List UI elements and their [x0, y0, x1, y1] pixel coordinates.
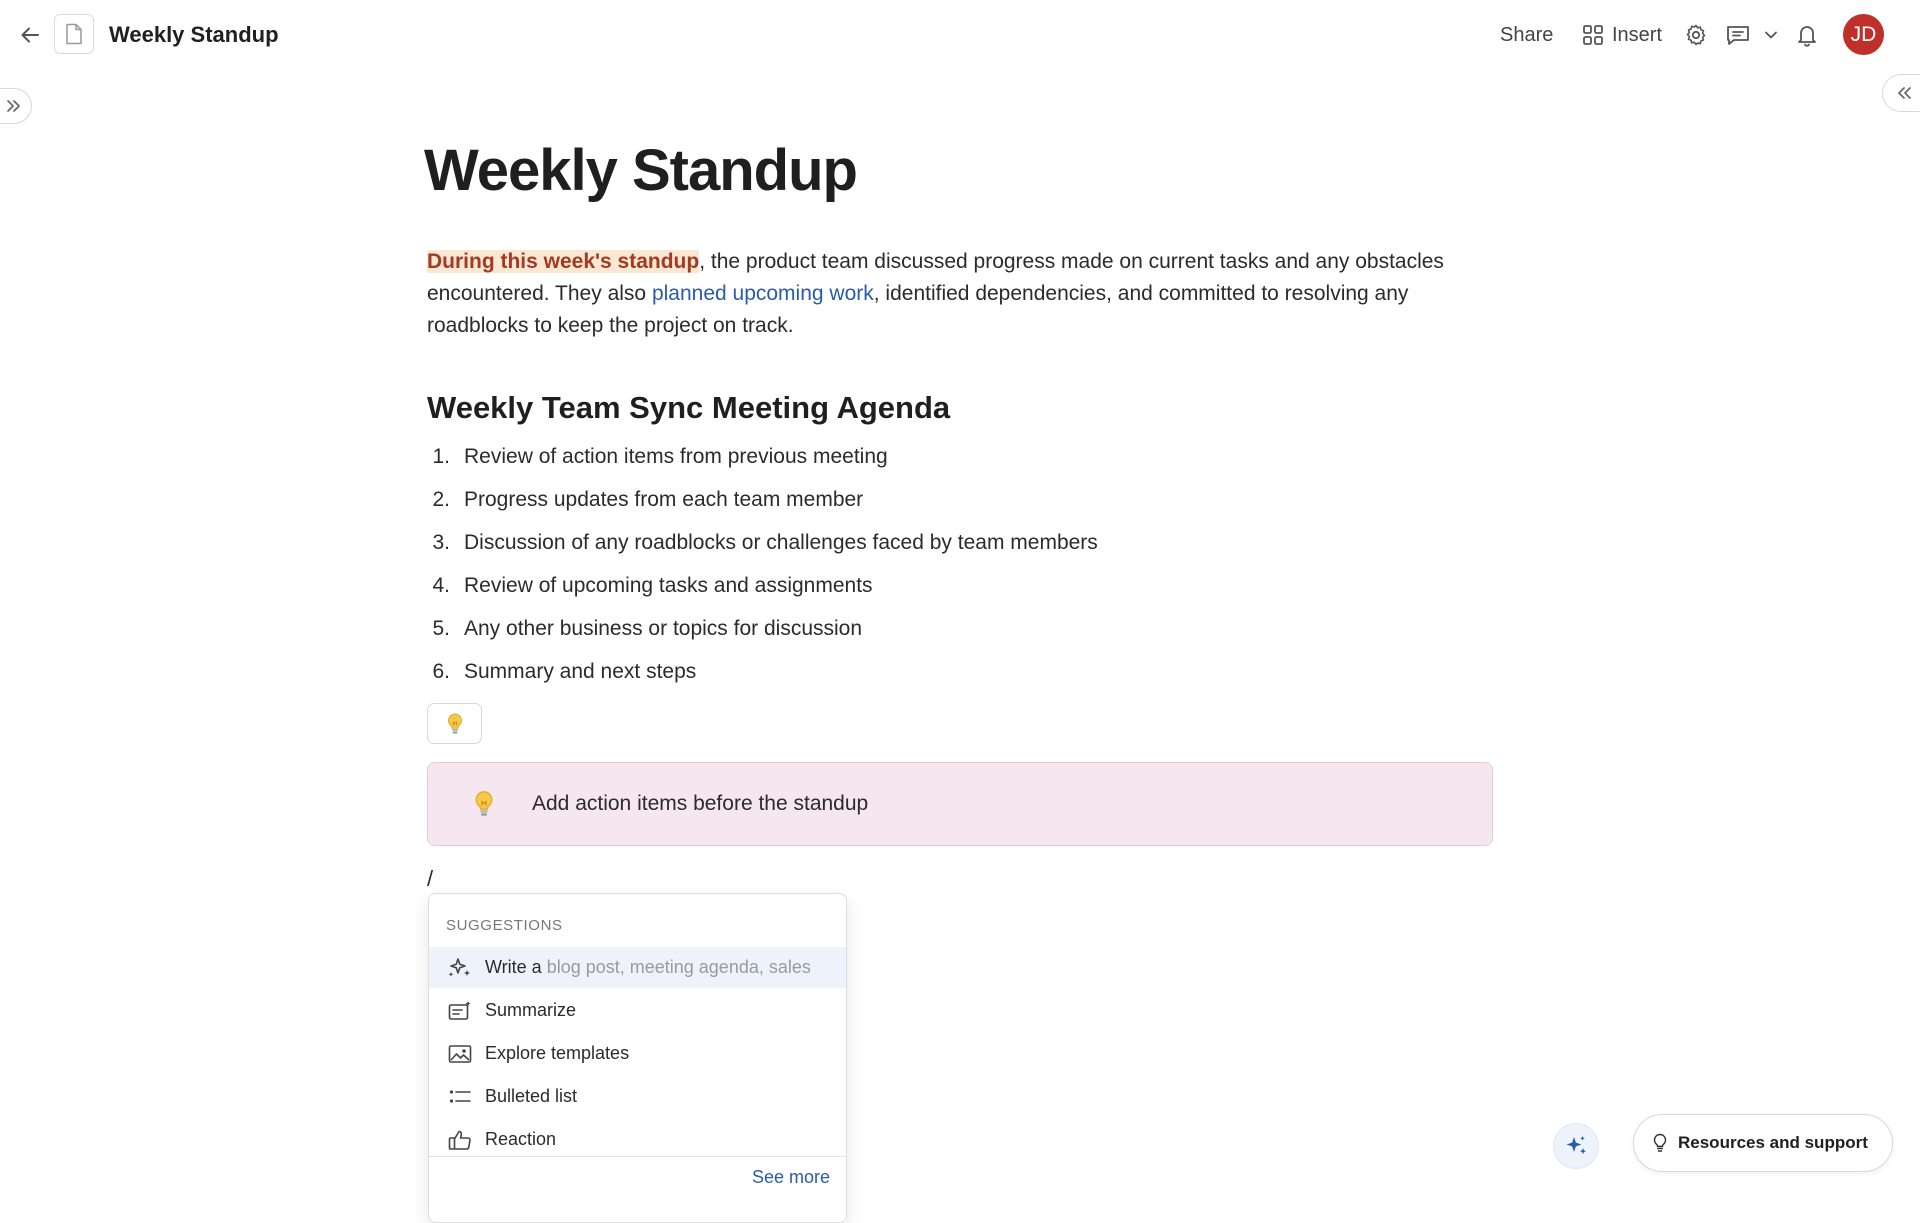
resources-label: Resources and support	[1678, 1133, 1868, 1152]
callout-block[interactable]: Add action items before the standup	[427, 762, 1493, 846]
list-number: 6.	[432, 660, 450, 683]
list-item-text: Review of action items from previous mee…	[464, 445, 888, 468]
list-number: 4.	[432, 574, 450, 597]
comment-icon	[1727, 26, 1749, 45]
image-icon	[445, 1042, 475, 1066]
list-number: 5.	[432, 617, 450, 640]
list-number: 1.	[432, 445, 450, 468]
sparkle-icon	[445, 956, 475, 980]
notifications-button[interactable]	[1791, 19, 1823, 51]
list-item[interactable]: 3. Discussion of any roadblocks or challe…	[427, 528, 1098, 571]
chevron-down-icon	[1765, 31, 1777, 39]
insert-button[interactable]: Insert	[1582, 20, 1662, 50]
thumbs-up-icon	[445, 1128, 475, 1152]
chevrons-right-icon	[7, 100, 20, 112]
menu-item-write[interactable]: Write a blog post, meeting agenda, sales	[429, 947, 846, 988]
comments-button[interactable]	[1722, 19, 1754, 51]
callout-text: Add action items before the standup	[532, 792, 869, 815]
menu-item-explore-templates[interactable]: Explore templates	[429, 1033, 846, 1074]
list-number: 2.	[432, 488, 450, 511]
grid-icon	[1583, 25, 1603, 45]
doc-title[interactable]: Weekly Standup	[109, 20, 279, 50]
document-title[interactable]: Weekly Standup	[424, 133, 858, 209]
list-number: 3.	[432, 531, 450, 554]
list-item[interactable]: 4. Review of upcoming tasks and assignmen…	[427, 571, 1098, 614]
list-item[interactable]: 6. Summary and next steps	[427, 657, 1098, 700]
list-item-text: Discussion of any roadblocks or challeng…	[464, 531, 1098, 554]
intro-paragraph[interactable]: During this week's standup, the product …	[427, 246, 1507, 342]
summarize-icon	[445, 999, 475, 1023]
list-item-text: Any other business or topics for discuss…	[464, 617, 863, 640]
menu-item-label: Explore templates	[485, 1043, 630, 1063]
user-avatar[interactable]: JD	[1843, 14, 1884, 55]
comments-dropdown-button[interactable]	[1756, 19, 1786, 51]
suggestions-header: SUGGESTIONS	[446, 917, 563, 934]
settings-button[interactable]	[1680, 19, 1712, 51]
planned-upcoming-work-link[interactable]: planned upcoming work	[652, 282, 874, 305]
collapse-right-panel-button[interactable]	[1882, 74, 1920, 112]
list-item-text: Summary and next steps	[464, 660, 697, 683]
resources-support-button[interactable]: Resources and support	[1633, 1114, 1893, 1172]
agenda-list: 1. Review of action items from previous m…	[427, 442, 1098, 700]
suggestions-menu: SUGGESTIONS Write a blog post, meeting a…	[428, 893, 847, 1223]
expand-left-panel-button[interactable]	[0, 88, 32, 124]
callout-lightbulb	[464, 789, 504, 819]
write-placeholder: blog post, meeting agenda, sales	[541, 957, 811, 977]
callout-icon-picker-button[interactable]	[427, 703, 482, 744]
sparkle-icon	[1566, 1136, 1587, 1155]
lightbulb-icon	[447, 712, 462, 734]
share-button[interactable]: Share	[1500, 20, 1553, 50]
write-label: Write a	[485, 957, 542, 977]
highlighted-text: During this week's standup	[427, 250, 700, 273]
agenda-heading[interactable]: Weekly Team Sync Meeting Agenda	[427, 387, 950, 429]
menu-item-bulleted-list[interactable]: Bulleted list	[429, 1076, 846, 1117]
doc-type-button[interactable]	[54, 14, 94, 54]
list-item[interactable]: 5. Any other business or topics for discu…	[427, 614, 1098, 657]
top-bar: Weekly Standup Share Insert JD	[0, 0, 1920, 70]
slash-command-text[interactable]: /	[427, 864, 433, 894]
lightbulb-icon	[475, 791, 493, 816]
list-item[interactable]: 2. Progress updates from each team member	[427, 485, 1098, 528]
list-item[interactable]: 1. Review of action items from previous m…	[427, 442, 1098, 485]
insert-label: Insert	[1612, 23, 1663, 46]
lightbulb-outline-icon	[1652, 1133, 1668, 1153]
see-more-link[interactable]: See more	[752, 1167, 830, 1188]
menu-item-reaction[interactable]: Reaction	[429, 1119, 846, 1160]
gear-icon	[1686, 24, 1706, 46]
bell-icon	[1798, 26, 1816, 47]
arrow-left-icon	[21, 27, 39, 43]
menu-item-label: Reaction	[485, 1129, 557, 1149]
list-item-text: Review of upcoming tasks and assignments	[464, 574, 873, 597]
chevrons-left-icon	[1898, 87, 1911, 99]
bulleted-list-icon	[445, 1085, 475, 1109]
menu-divider	[429, 1156, 846, 1157]
menu-item-summarize[interactable]: Summarize	[429, 990, 846, 1031]
menu-item-label: Summarize	[485, 1000, 577, 1020]
back-button[interactable]	[14, 19, 46, 51]
document-icon	[66, 23, 82, 45]
menu-item-label: Bulleted list	[485, 1086, 578, 1106]
ai-assistant-button[interactable]	[1553, 1123, 1599, 1169]
list-item-text: Progress updates from each team member	[464, 488, 864, 511]
menu-item-label: Write a blog post, meeting agenda, sales	[485, 957, 811, 978]
